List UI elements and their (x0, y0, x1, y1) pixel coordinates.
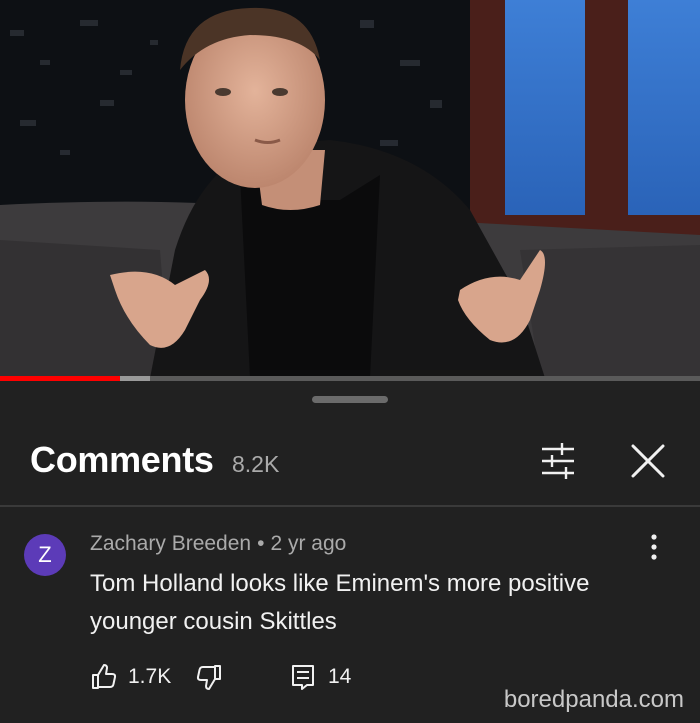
close-button[interactable] (626, 439, 670, 483)
comment-meta: Zachary Breeden • 2 yr ago (90, 532, 346, 556)
video-frame[interactable] (0, 0, 700, 378)
comment-more-button[interactable] (636, 529, 672, 565)
like-count: 1.7K (128, 665, 172, 688)
dislike-button[interactable] (195, 657, 227, 697)
watermark-text: boredpanda.com (503, 686, 684, 713)
more-vertical-icon (651, 534, 657, 560)
avatar[interactable]: Z (24, 534, 66, 576)
reply-comment-icon (292, 665, 314, 690)
comment-time: 2 yr ago (270, 532, 347, 555)
comment-author[interactable]: Zachary Breeden (90, 532, 251, 555)
meta-separator: • (257, 532, 265, 555)
comments-title: Comments (30, 439, 214, 480)
reply-count: 14 (328, 665, 352, 688)
thumbs-up-icon (92, 664, 117, 689)
comments-count: 8.2K (232, 451, 280, 477)
comment-text: Tom Holland looks like Eminem's more pos… (90, 570, 590, 635)
comments-header: Comments 8.2K (0, 433, 700, 493)
close-icon (631, 444, 665, 478)
thumbs-down-icon (196, 665, 221, 690)
sheet-drag-handle[interactable] (312, 396, 388, 403)
video-thumbnail-image (0, 0, 700, 378)
reply-button[interactable]: 14 (290, 657, 351, 697)
like-button[interactable]: 1.7K (90, 657, 171, 697)
comments-sheet: Comments 8.2K Z Zachary Breeden • 2 yr a… (0, 381, 700, 723)
sort-filter-button[interactable] (536, 441, 580, 481)
sliders-icon (542, 443, 574, 479)
